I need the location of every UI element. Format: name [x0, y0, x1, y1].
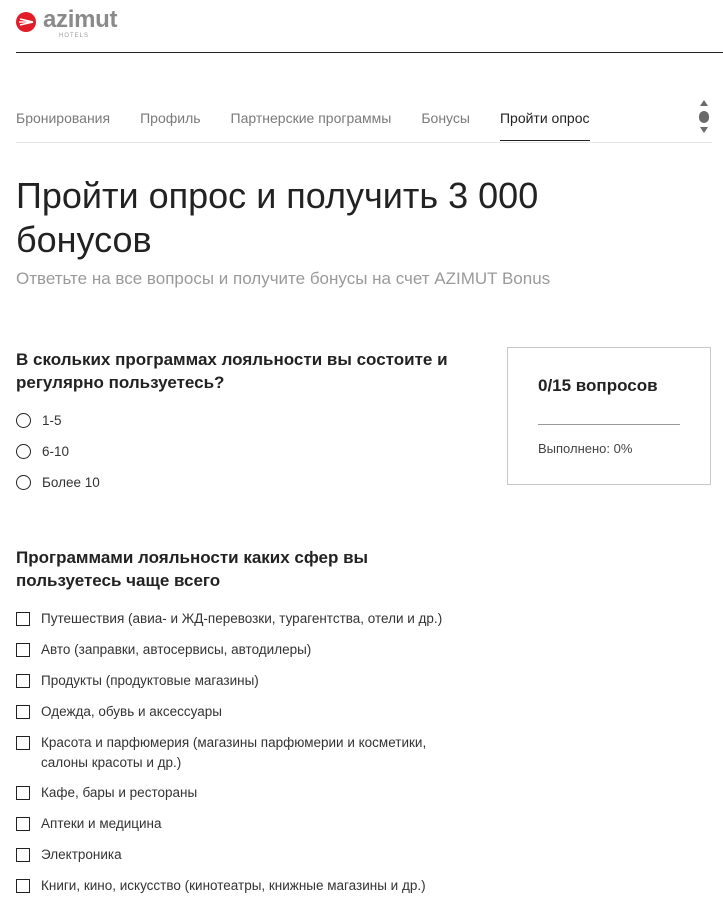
- checkbox[interactable]: [16, 736, 30, 750]
- question-2-heading: Программами лояльности каких сфер вы пол…: [16, 548, 369, 590]
- q2-option-beauty[interactable]: Красота и парфюмерия (магазины парфюмери…: [16, 733, 461, 773]
- account-nav: Бронирования Профиль Партнерские програм…: [16, 110, 620, 142]
- option-label: Книги, кино, искусство (кинотеатры, книж…: [41, 878, 426, 893]
- option-label: Красота и парфюмерия (магазины парфюмери…: [41, 735, 427, 770]
- option-label: 6-10: [42, 444, 70, 459]
- brand-logo[interactable]: azimut HOTELS: [16, 6, 118, 39]
- page-title: Пройти опрос и получить 3 000 бонусов: [16, 175, 539, 260]
- option-label: Продукты (продуктовые магазины): [41, 673, 259, 688]
- tab-profile[interactable]: Профиль: [140, 110, 200, 142]
- checkbox[interactable]: [16, 674, 30, 688]
- option-label: Более 10: [42, 475, 100, 490]
- survey-progress-card: 0/15 вопросов Выполнено: 0%: [507, 347, 711, 485]
- checkbox[interactable]: [16, 848, 30, 862]
- option-label: Электроника: [41, 847, 122, 862]
- tab-bookings[interactable]: Бронирования: [16, 110, 110, 142]
- brand-sub: HOTELS: [59, 33, 90, 39]
- option-label: Путешествия (авиа- и ЖД-перевозки, тураг…: [41, 611, 443, 626]
- radio-button[interactable]: [16, 413, 31, 428]
- option-label: Авто (заправки, автосервисы, автодилеры): [41, 642, 312, 657]
- checkbox[interactable]: [16, 643, 30, 657]
- progress-count: 0/15 вопросов: [538, 376, 658, 395]
- checkbox[interactable]: [16, 786, 30, 800]
- checkbox[interactable]: [16, 612, 30, 626]
- tab-partner-programs[interactable]: Партнерские программы: [231, 110, 392, 142]
- q2-option-auto[interactable]: Авто (заправки, автосервисы, автодилеры): [16, 640, 311, 660]
- azimut-logo-icon: [16, 12, 36, 32]
- option-label: Одежда, обувь и аксессуары: [41, 704, 222, 719]
- progress-percent: Выполнено: 0%: [538, 441, 633, 456]
- scroll-thumb[interactable]: [699, 111, 709, 123]
- progress-divider: [538, 424, 680, 425]
- page-subtitle: Ответьте на все вопросы и получите бонус…: [16, 269, 551, 288]
- radio-button[interactable]: [16, 444, 31, 459]
- radio-button[interactable]: [16, 475, 31, 490]
- question-1-heading: В скольких программах лояльности вы сост…: [16, 350, 448, 392]
- scroll-up-icon[interactable]: [700, 100, 708, 106]
- q1-option-6-10[interactable]: 6-10: [16, 442, 69, 462]
- q2-option-electronics[interactable]: Электроника: [16, 845, 122, 865]
- option-label: Аптеки и медицина: [41, 816, 162, 831]
- option-label: 1-5: [42, 413, 62, 428]
- tab-survey[interactable]: Пройти опрос: [499, 110, 590, 142]
- option-label: Кафе, бары и рестораны: [41, 785, 198, 800]
- checkbox[interactable]: [16, 879, 30, 893]
- q2-option-books[interactable]: Книги, кино, искусство (кинотеатры, книж…: [16, 876, 426, 896]
- q2-option-clothing[interactable]: Одежда, обувь и аксессуары: [16, 702, 222, 722]
- q1-option-1-5[interactable]: 1-5: [16, 411, 62, 431]
- checkbox[interactable]: [16, 817, 30, 831]
- q2-option-pharmacy[interactable]: Аптеки и медицина: [16, 814, 162, 834]
- q1-option-more-10[interactable]: Более 10: [16, 473, 100, 493]
- header-divider: [16, 52, 723, 53]
- q2-option-travel[interactable]: Путешествия (авиа- и ЖД-перевозки, тураг…: [16, 609, 442, 629]
- brand-name: azimut: [43, 6, 118, 33]
- checkbox[interactable]: [16, 705, 30, 719]
- scroll-down-icon[interactable]: [700, 127, 708, 133]
- tab-bonuses[interactable]: Бонусы: [421, 110, 470, 142]
- scroll-indicator-icon[interactable]: [697, 100, 711, 136]
- q2-option-groceries[interactable]: Продукты (продуктовые магазины): [16, 671, 259, 691]
- nav-divider: [16, 142, 712, 143]
- q2-option-cafes[interactable]: Кафе, бары и рестораны: [16, 783, 197, 803]
